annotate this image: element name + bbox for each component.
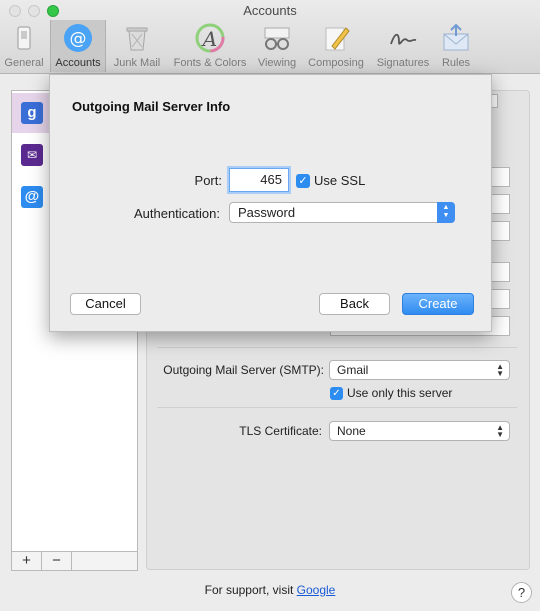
svg-text:@: @ <box>70 29 87 49</box>
divider <box>157 347 517 348</box>
svg-text:A: A <box>201 27 217 51</box>
create-button[interactable]: Create <box>402 293 474 315</box>
tls-certificate-select[interactable]: None ▲ ▼ <box>329 421 510 441</box>
use-only-server-label: Use only this server <box>347 386 453 400</box>
toolbar-signatures[interactable]: Signatures <box>372 20 434 72</box>
outgoing-server-select[interactable]: Gmail ▲ ▼ <box>329 360 510 380</box>
authentication-select[interactable]: Password ▲ ▼ <box>229 202 455 223</box>
authentication-value: Password <box>238 205 296 220</box>
sheet-title: Outgoing Mail Server Info <box>72 99 231 114</box>
port-label: Port: <box>194 173 222 188</box>
tls-certificate-label: TLS Certificate: <box>239 424 322 438</box>
support-line: For support, visit Google <box>0 583 540 597</box>
add-account-button[interactable]: + <box>12 552 42 570</box>
at-icon: @ <box>64 24 92 52</box>
toolbar-composing[interactable]: Composing <box>304 20 368 72</box>
use-ssl-label: Use SSL <box>314 173 366 188</box>
toolbar-general[interactable]: General <box>2 20 46 72</box>
window-toolbar: Accounts General @ Accounts Junk Mail A … <box>0 0 540 74</box>
divider <box>157 407 517 408</box>
chevron-updown-icon: ▲ ▼ <box>496 362 504 378</box>
toolbar-fonts-colors[interactable]: A Fonts & Colors <box>168 20 252 72</box>
pencil-icon <box>325 27 350 51</box>
toolbar-junk-mail[interactable]: Junk Mail <box>109 20 165 72</box>
outgoing-server-label: Outgoing Mail Server (SMTP): <box>163 363 324 377</box>
signature-icon <box>390 33 417 45</box>
envelope-icon: ✉ <box>21 144 43 166</box>
cancel-button[interactable]: Cancel <box>70 293 141 315</box>
switch-icon <box>17 26 31 50</box>
rules-icon <box>443 23 469 51</box>
chevron-updown-icon: ▲ ▼ <box>437 202 455 223</box>
use-ssl-checkbox[interactable]: ✓ <box>296 174 310 188</box>
toolbar-rules[interactable]: Rules <box>436 20 476 72</box>
trash-icon <box>126 27 148 51</box>
support-text: For support, visit <box>204 583 297 597</box>
toolbar-accounts[interactable]: @ Accounts <box>50 20 106 72</box>
help-button[interactable]: ? <box>511 582 532 603</box>
port-input[interactable]: 465 <box>229 168 289 192</box>
back-button[interactable]: Back <box>319 293 390 315</box>
authentication-label: Authentication: <box>133 206 220 221</box>
remove-account-button[interactable]: − <box>42 552 72 570</box>
chevron-updown-icon: ▲ ▼ <box>496 423 504 439</box>
font-icon: A <box>195 23 225 53</box>
tls-certificate-value: None <box>337 424 366 438</box>
use-only-server-checkbox[interactable]: ✓ <box>330 387 343 400</box>
google-icon: g <box>21 102 43 124</box>
google-support-link[interactable]: Google <box>297 583 336 597</box>
outgoing-server-sheet: Outgoing Mail Server Info Port: 465 ✓ Us… <box>49 74 492 332</box>
toolbar-viewing[interactable]: Viewing <box>254 20 300 72</box>
glasses-icon <box>264 27 290 50</box>
sidebar-footer: + − <box>11 551 138 571</box>
at-icon: @ <box>21 186 43 208</box>
outgoing-server-value: Gmail <box>337 363 369 377</box>
window-title: Accounts <box>243 3 297 18</box>
